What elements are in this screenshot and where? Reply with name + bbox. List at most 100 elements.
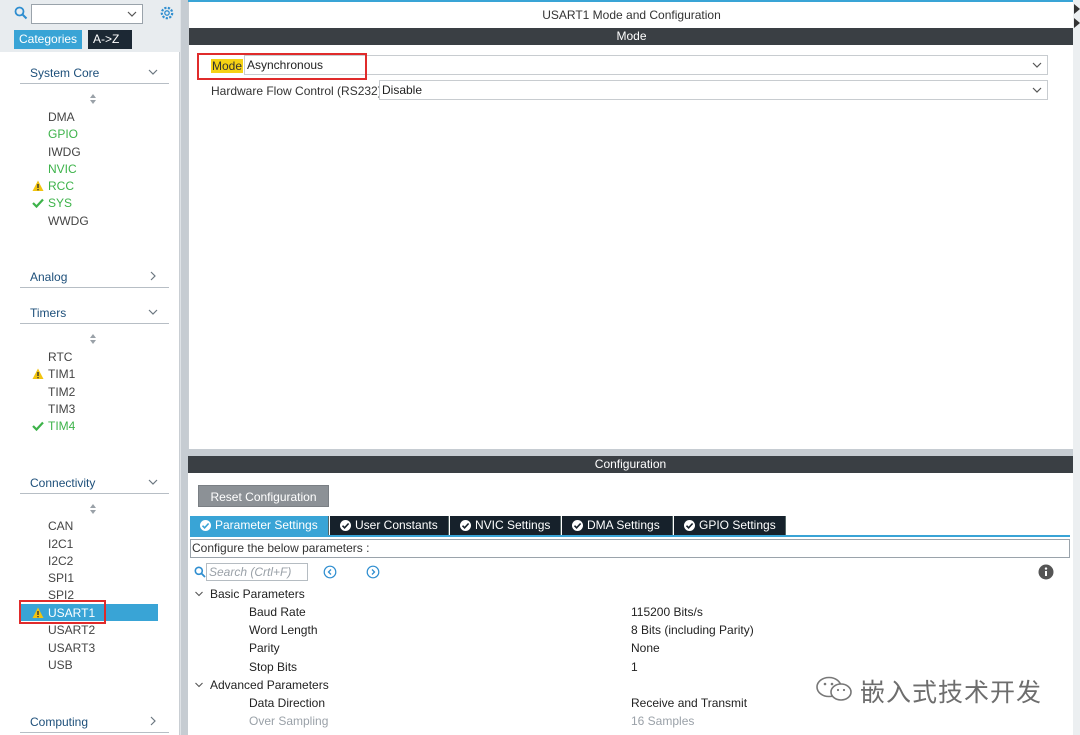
left-toolbar: Categories A->Z	[0, 0, 180, 52]
list-item-usb[interactable]: USB	[48, 658, 73, 672]
tab-label: NVIC Settings	[475, 518, 551, 532]
param-value[interactable]: 8 Bits (including Parity)	[631, 623, 754, 637]
mode-section-bar: Mode	[189, 28, 1074, 45]
horizontal-splitter[interactable]	[188, 449, 1073, 456]
check-circle-icon	[200, 520, 211, 531]
check-circle-icon	[572, 520, 583, 531]
list-item-usart3[interactable]: USART3	[48, 641, 95, 655]
section-connectivity[interactable]: Connectivity	[20, 472, 169, 494]
info-icon[interactable]	[1038, 564, 1054, 580]
tab-label: Parameter Settings	[215, 518, 318, 532]
categories-panel: Categories A->Z System Core DMA GPIO IWD…	[0, 0, 180, 735]
section-label: Connectivity	[30, 476, 96, 490]
chevron-down-icon	[1032, 62, 1042, 68]
tab-nvic-settings[interactable]: NVIC Settings	[450, 516, 561, 535]
chevron-down-icon[interactable]	[194, 680, 204, 690]
chevron-down-icon	[148, 479, 158, 485]
search-icon[interactable]	[14, 6, 28, 20]
list-item-i2c1[interactable]: I2C1	[48, 537, 73, 551]
flow-control-value: Disable	[382, 83, 423, 97]
list-item-tim4[interactable]: TIM4	[48, 419, 75, 433]
param-name: Baud Rate	[249, 605, 306, 619]
flow-control-select[interactable]: Disable	[379, 80, 1048, 100]
previous-match-icon[interactable]	[323, 565, 337, 579]
section-timers[interactable]: Timers	[20, 302, 169, 324]
list-item-rcc[interactable]: RCC	[48, 179, 74, 193]
list-item-sys[interactable]: SYS	[48, 196, 72, 210]
sort-icon[interactable]	[88, 333, 98, 345]
list-item-tim3[interactable]: TIM3	[48, 402, 75, 416]
tab-a-z[interactable]: A->Z	[88, 30, 132, 49]
tab-underline	[190, 535, 1070, 537]
warning-icon	[32, 368, 44, 379]
mode-panel: USART1 Mode and Configuration Mode Mode …	[188, 0, 1074, 449]
list-item-gpio[interactable]: GPIO	[48, 127, 78, 141]
param-value[interactable]: None	[631, 641, 660, 655]
section-label: Timers	[30, 306, 67, 320]
section-label: Computing	[30, 715, 89, 729]
list-item-usart2[interactable]: USART2	[48, 623, 95, 637]
next-match-icon[interactable]	[366, 565, 380, 579]
list-item-nvic[interactable]: NVIC	[48, 162, 77, 176]
reset-configuration-button[interactable]: Reset Configuration	[198, 485, 329, 507]
section-computing[interactable]: Computing	[20, 711, 169, 733]
highlight-box	[19, 600, 106, 624]
chevron-down-icon	[148, 309, 158, 315]
warning-icon	[32, 180, 44, 191]
parameter-search-input[interactable]: Search (Crtl+F)	[206, 563, 308, 581]
check-circle-icon	[340, 520, 351, 531]
right-collapse-strip[interactable]	[1073, 0, 1080, 735]
list-item-tim1[interactable]: TIM1	[48, 367, 75, 381]
chevron-right-icon	[150, 716, 156, 726]
param-value[interactable]: Receive and Transmit	[631, 696, 747, 710]
collapse-arrow-icon[interactable]	[1073, 4, 1080, 14]
sort-icon[interactable]	[88, 93, 98, 105]
sort-icon[interactable]	[88, 503, 98, 515]
list-item-dma[interactable]: DMA	[48, 110, 75, 124]
param-value: 16 Samples	[631, 714, 695, 728]
tab-label: GPIO Settings	[699, 518, 776, 532]
config-description: Configure the below parameters :	[190, 539, 1070, 558]
tab-parameter-settings[interactable]: Parameter Settings	[190, 516, 329, 535]
chevron-down-icon	[148, 69, 158, 75]
collapse-arrow-icon[interactable]	[1073, 18, 1080, 28]
tab-gpio-settings[interactable]: GPIO Settings	[674, 516, 786, 535]
check-icon	[32, 421, 44, 432]
list-item-wwdg[interactable]: WWDG	[48, 214, 89, 228]
panel-title: USART1 Mode and Configuration	[542, 8, 721, 22]
list-item-spi1[interactable]: SPI1	[48, 571, 74, 585]
list-item-tim2[interactable]: TIM2	[48, 385, 75, 399]
wechat-icon	[816, 676, 852, 701]
group-basic-parameters[interactable]: Basic Parameters	[210, 587, 305, 601]
chevron-right-icon	[150, 271, 156, 281]
group-advanced-parameters[interactable]: Advanced Parameters	[210, 678, 329, 692]
chevron-down-icon[interactable]	[194, 589, 204, 599]
highlight-box	[197, 53, 367, 80]
param-name: Stop Bits	[249, 660, 298, 674]
list-item-iwdg[interactable]: IWDG	[48, 145, 81, 159]
param-name: Word Length	[249, 623, 318, 637]
list-item-can[interactable]: CAN	[48, 519, 73, 533]
section-system-core[interactable]: System Core	[20, 62, 169, 84]
tab-dma-settings[interactable]: DMA Settings	[562, 516, 673, 535]
check-circle-icon	[460, 520, 471, 531]
accent-strip	[188, 0, 1080, 2]
section-label: System Core	[30, 66, 100, 80]
tab-label: User Constants	[355, 518, 438, 532]
search-icon	[194, 566, 206, 578]
watermark-text: 嵌入式技术开发	[860, 678, 1043, 707]
param-name: Over Sampling	[249, 714, 329, 728]
param-value[interactable]: 1	[631, 660, 638, 674]
category-search-combo[interactable]	[31, 4, 143, 24]
section-analog[interactable]: Analog	[20, 266, 169, 288]
gear-icon[interactable]	[159, 5, 175, 21]
list-item-i2c2[interactable]: I2C2	[48, 554, 73, 568]
flow-control-label: Hardware Flow Control (RS232)	[211, 84, 382, 98]
check-icon	[32, 198, 44, 209]
tab-categories[interactable]: Categories	[14, 30, 82, 49]
watermark: 嵌入式技术开发	[810, 671, 1050, 707]
tab-user-constants[interactable]: User Constants	[330, 516, 449, 535]
list-item-rtc[interactable]: RTC	[48, 350, 72, 364]
param-value[interactable]: 115200 Bits/s	[631, 605, 703, 619]
vertical-splitter[interactable]	[181, 0, 188, 735]
